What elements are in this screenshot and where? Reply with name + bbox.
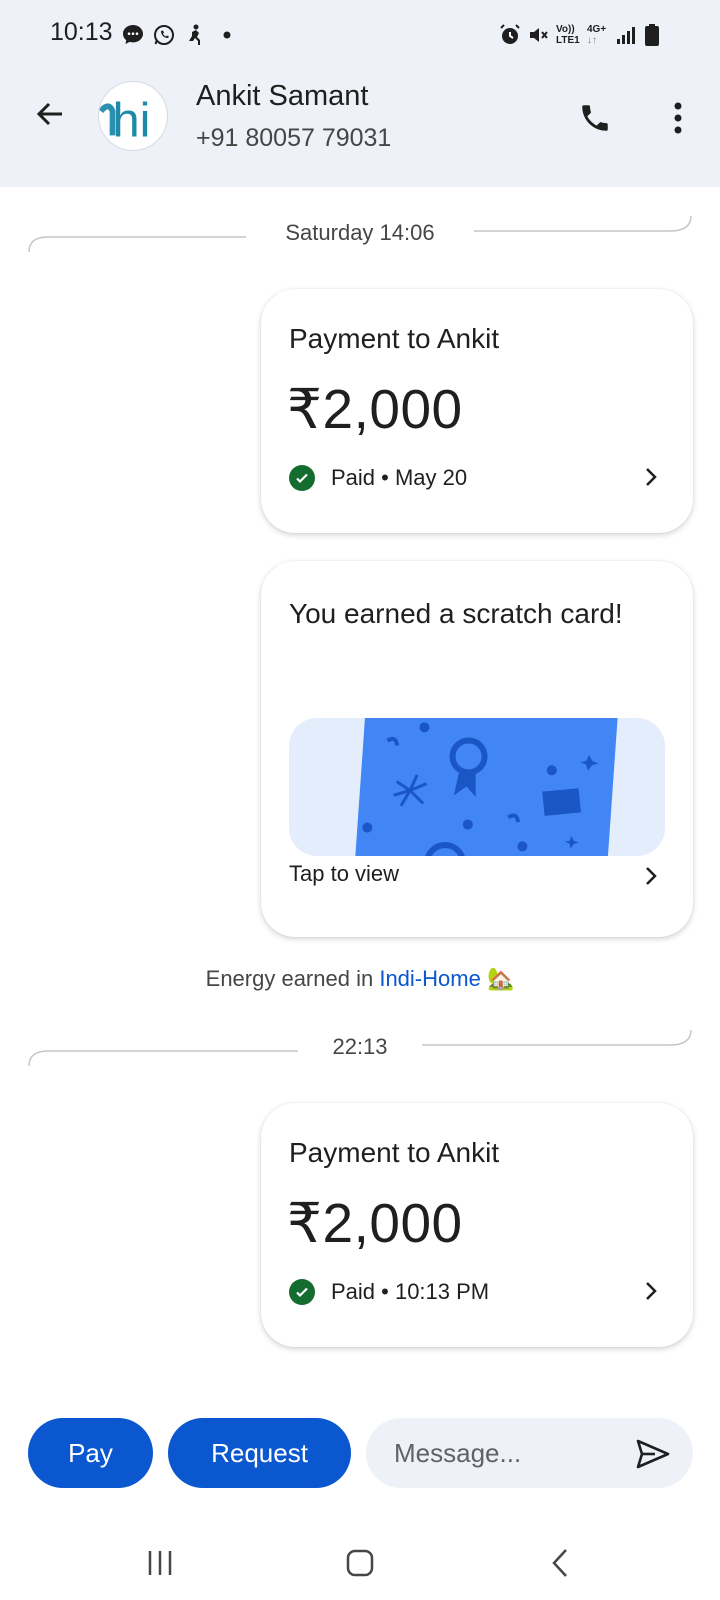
message-box <box>366 1418 693 1488</box>
status-time: 10:13 <box>50 18 113 46</box>
home-icon <box>346 1549 374 1577</box>
scratch-card-title: You earned a scratch card! <box>289 598 623 629</box>
payment-card[interactable]: Payment to Ankit ₹2,000 Paid • 10:13 PM <box>261 1103 693 1347</box>
contact-phone: +91 80057 79031 <box>196 124 392 152</box>
payment-title: Payment to Ankit <box>289 1137 500 1168</box>
chevron-right-icon <box>639 864 663 888</box>
avatar-logo-icon: hi <box>99 93 151 147</box>
home-button[interactable] <box>330 1538 390 1588</box>
check-circle-icon <box>289 1279 315 1305</box>
indi-home-link[interactable]: Indi-Home <box>379 966 480 991</box>
scratch-card[interactable]: You earned a scratch card! Tap to view <box>261 561 693 937</box>
arrow-back-icon <box>36 102 62 126</box>
svg-text:hi: hi <box>113 93 151 147</box>
time-separator: 22:13 <box>28 1029 692 1067</box>
date-separator: Saturday 14:06 <box>28 215 692 253</box>
message-input[interactable] <box>394 1418 614 1488</box>
payment-title: Payment to Ankit <box>289 323 500 354</box>
house-icon: 🏡 <box>486 966 515 991</box>
whatsapp-icon <box>151 22 177 48</box>
send-icon <box>636 1439 670 1469</box>
payment-amount: ₹2,000 <box>287 1192 463 1254</box>
date-separator-label: Saturday 14:06 <box>285 220 435 245</box>
request-button[interactable]: Request <box>168 1418 351 1488</box>
energy-prefix: Energy earned in <box>205 966 374 991</box>
recent-apps-icon <box>148 1551 172 1575</box>
alarm-icon <box>497 22 523 48</box>
payment-amount: ₹2,000 <box>287 378 463 440</box>
dot-icon <box>214 22 240 48</box>
more-vert-icon <box>674 102 682 134</box>
payment-card[interactable]: Payment to Ankit ₹2,000 Paid • May 20 <box>261 289 693 533</box>
recent-apps-button[interactable] <box>130 1538 190 1588</box>
check-circle-icon <box>289 465 315 491</box>
tap-to-view-label: Tap to view <box>289 861 400 886</box>
scratch-card-image-icon <box>354 718 618 856</box>
back-button[interactable] <box>28 92 72 136</box>
back-chevron-icon <box>552 1549 567 1577</box>
pay-button[interactable]: Pay <box>28 1418 153 1488</box>
chevron-right-icon <box>639 465 663 489</box>
send-button[interactable] <box>633 1434 673 1474</box>
phone-icon <box>582 105 608 131</box>
chevron-right-icon <box>639 1279 663 1303</box>
mute-icon <box>526 22 552 48</box>
more-options-button[interactable] <box>656 96 700 140</box>
payment-status: Paid • May 20 <box>289 465 467 491</box>
network-4g-icon: 4G+ ↓↑ <box>587 24 607 46</box>
energy-earned-text: Energy earned in Indi-Home 🏡 <box>0 966 720 992</box>
contact-name: Ankit Samant <box>196 80 369 112</box>
payment-status-text: Paid • 10:13 PM <box>331 1279 490 1304</box>
signal-icon <box>613 22 639 48</box>
call-button[interactable] <box>573 96 617 140</box>
volte-icon: Vo)) LTE1 <box>556 24 580 46</box>
payment-status: Paid • 10:13 PM <box>289 1279 489 1305</box>
scratch-card-banner <box>289 718 665 856</box>
payment-status-text: Paid • May 20 <box>331 465 468 490</box>
avatar[interactable]: hi <box>98 81 168 151</box>
back-nav-button[interactable] <box>530 1538 590 1588</box>
fitness-icon <box>183 22 209 48</box>
chat-bubble-icon <box>120 22 146 48</box>
battery-icon <box>639 22 665 48</box>
time-separator-label: 22:13 <box>332 1034 388 1059</box>
